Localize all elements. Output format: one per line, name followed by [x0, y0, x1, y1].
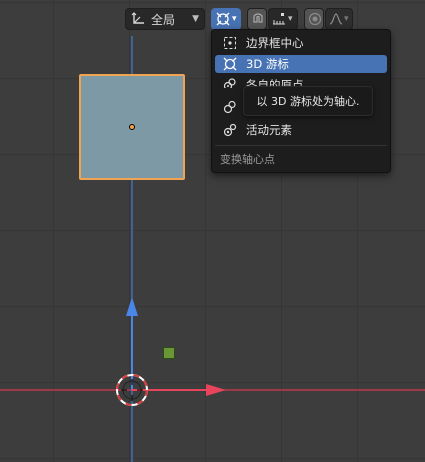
- magnet-icon: [251, 12, 265, 26]
- object-origin-dot: [129, 124, 135, 130]
- increment-icon: [272, 12, 286, 26]
- menu-item-label: 3D 游标: [246, 57, 289, 71]
- chevron-down-icon: ▼: [192, 14, 199, 24]
- pivot-point-dropdown[interactable]: ▾: [211, 8, 241, 30]
- transform-orientation-dropdown[interactable]: 全局 ▼: [125, 8, 205, 30]
- bounding-box-center-icon: [222, 35, 238, 51]
- active-element-icon: [222, 122, 238, 138]
- menu-separator: [215, 145, 387, 146]
- falloff-curve-icon: [329, 12, 343, 26]
- proportional-edit-icon: [308, 12, 322, 26]
- menu-item-label: 边界框中心: [246, 36, 304, 50]
- snap-target-dropdown[interactable]: ▾: [268, 8, 298, 30]
- falloff-dropdown[interactable]: ▾: [325, 8, 353, 30]
- gizmo-x-arrow-head: [206, 384, 226, 396]
- 3d-cursor-icon: [222, 56, 238, 72]
- menu-item-active-element[interactable]: 活动元素: [215, 121, 387, 139]
- snap-toggle[interactable]: [247, 8, 267, 30]
- gizmo-z-arrow-head: [126, 297, 138, 316]
- menu-item-3d-cursor[interactable]: 3D 游标: [215, 55, 387, 73]
- menu-item-bounding-box-center[interactable]: 边界框中心: [215, 34, 387, 52]
- tooltip: 以 3D 游标处为轴心.: [243, 86, 373, 116]
- 3d-cursor-icon: [216, 12, 230, 26]
- menu-item-label: 活动元素: [246, 123, 292, 137]
- transform-axes-icon: [131, 12, 145, 26]
- median-point-icon: [222, 99, 238, 115]
- chevron-down-icon: ▾: [232, 14, 237, 24]
- light-object[interactable]: [163, 347, 175, 359]
- proportional-edit-toggle[interactable]: [304, 8, 324, 30]
- chevron-down-icon: ▾: [288, 14, 293, 24]
- transform-orientation-label: 全局: [151, 12, 176, 27]
- menu-title: 变换轴心点: [220, 153, 275, 166]
- chevron-down-icon: ▾: [344, 14, 349, 24]
- individual-origins-icon: [222, 77, 238, 88]
